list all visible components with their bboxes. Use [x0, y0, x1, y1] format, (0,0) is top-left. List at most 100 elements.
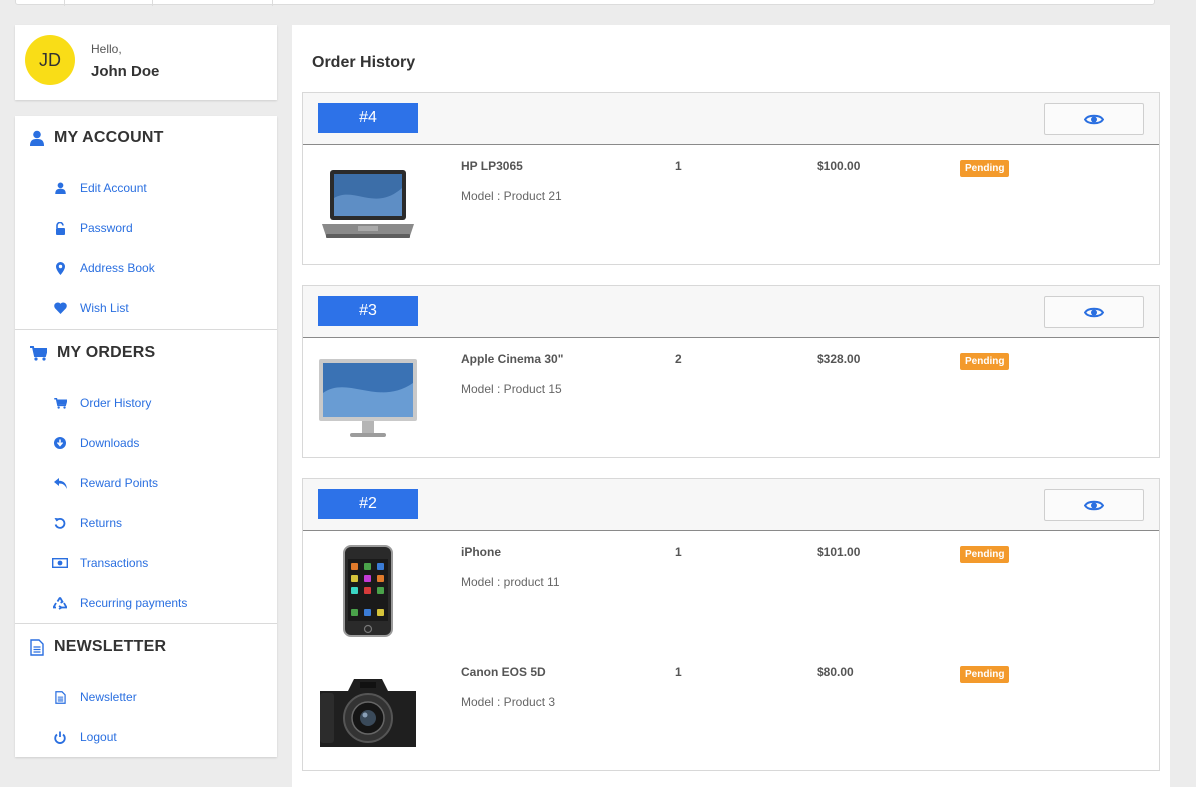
download-icon — [52, 435, 68, 451]
order-id-badge: #2 — [318, 489, 418, 519]
product-quantity: 1 — [675, 665, 682, 679]
sidebar-item-label: Password — [80, 221, 133, 235]
product-model: Model : Product 3 — [461, 695, 556, 709]
user-name: John Doe — [91, 63, 160, 80]
product-price: $80.00 — [817, 665, 854, 679]
breadcrumb-separator — [64, 0, 65, 6]
sidebar-item-label: Recurring payments — [80, 596, 188, 610]
sidebar-item-order-history[interactable]: Order History — [52, 395, 151, 411]
power-icon — [52, 729, 68, 745]
breadcrumb-separator — [152, 0, 153, 6]
sidebar-item-returns[interactable]: Returns — [52, 515, 122, 531]
orders-section: MY ORDERS Order History Downloads Reward… — [15, 329, 277, 623]
product-name[interactable]: iPhone — [461, 545, 501, 559]
product-quantity: 1 — [675, 545, 682, 559]
newsletter-section-title: NEWSLETTER — [54, 638, 167, 655]
breadcrumb — [15, 0, 1155, 6]
order-id-badge: #4 — [318, 103, 418, 133]
user-icon — [52, 180, 68, 196]
status-badge: Pending — [960, 546, 1010, 563]
sidebar-item-label: Reward Points — [80, 476, 159, 490]
status-badge: Pending — [960, 666, 1010, 683]
sidebar-item-label: Newsletter — [80, 690, 137, 704]
product-image-camera[interactable] — [318, 661, 418, 761]
account-sidebar: MY ACCOUNT Edit Account Password Address… — [15, 116, 277, 757]
order-card: #2 iPhone Model : product 11 1 $101.00 P… — [302, 478, 1160, 771]
orders-section-title: MY ORDERS — [57, 344, 156, 361]
eye-icon — [1084, 307, 1104, 317]
sidebar-item-logout[interactable]: Logout — [52, 729, 117, 745]
product-image-phone[interactable] — [318, 541, 418, 641]
newsletter-section-heading: NEWSLETTER — [30, 638, 166, 656]
sidebar-item-label: Edit Account — [80, 181, 147, 195]
product-name[interactable]: Canon EOS 5D — [461, 665, 546, 679]
order-history-panel: Order History #4 HP LP3065 Model : Produ… — [292, 25, 1170, 787]
order-header: #2 — [303, 479, 1159, 531]
sidebar-item-label: Order History — [80, 396, 152, 410]
newsletter-section: NEWSLETTER Newsletter Logout — [15, 623, 277, 757]
sidebar-item-label: Wish List — [80, 301, 129, 315]
undo-icon — [52, 515, 68, 531]
map-marker-icon — [52, 260, 68, 276]
sidebar-item-label: Address Book — [80, 261, 155, 275]
product-name[interactable]: Apple Cinema 30" — [461, 352, 563, 366]
view-order-button[interactable] — [1044, 103, 1144, 135]
sidebar-item-edit-account[interactable]: Edit Account — [52, 180, 147, 196]
sidebar-item-recurring-payments[interactable]: Recurring payments — [52, 595, 187, 611]
avatar: JD — [25, 35, 75, 85]
page-title: Order History — [312, 54, 416, 71]
document-icon — [30, 638, 44, 656]
eye-icon — [1084, 500, 1104, 510]
order-line-item: HP LP3065 Model : Product 21 1 $100.00 P… — [303, 145, 1159, 265]
account-section: MY ACCOUNT Edit Account Password Address… — [15, 116, 277, 329]
account-section-title: MY ACCOUNT — [54, 129, 164, 146]
view-order-button[interactable] — [1044, 489, 1144, 521]
sidebar-item-address-book[interactable]: Address Book — [52, 260, 155, 276]
account-section-heading: MY ACCOUNT — [30, 129, 164, 147]
cart-icon — [52, 395, 68, 411]
order-line-item: Apple Cinema 30" Model : Product 15 2 $3… — [303, 338, 1159, 458]
order-card: #4 HP LP3065 Model : Product 21 1 $100.0… — [302, 92, 1160, 265]
order-card: #3 Apple Cinema 30" Model : Product 15 2… — [302, 285, 1160, 458]
user-greeting-card: JD Hello, John Doe — [15, 25, 277, 100]
money-icon — [52, 555, 68, 571]
product-model: Model : Product 21 — [461, 189, 562, 203]
breadcrumb-separator — [272, 0, 273, 6]
sidebar-item-password[interactable]: Password — [52, 220, 133, 236]
unlock-icon — [52, 220, 68, 236]
sidebar-item-downloads[interactable]: Downloads — [52, 435, 139, 451]
sidebar-item-label: Logout — [80, 730, 117, 744]
sidebar-item-label: Returns — [80, 516, 123, 530]
greeting-text: Hello, — [91, 42, 122, 56]
order-header: #4 — [303, 93, 1159, 145]
product-image-monitor[interactable] — [318, 348, 418, 448]
order-line-item: Canon EOS 5D Model : Product 3 1 $80.00 … — [303, 651, 1159, 771]
product-quantity: 1 — [675, 159, 682, 173]
product-price: $101.00 — [817, 545, 861, 559]
recycle-icon — [52, 595, 68, 611]
user-icon — [30, 130, 44, 146]
product-price: $328.00 — [817, 352, 861, 366]
product-image-laptop[interactable] — [318, 155, 418, 255]
sidebar-item-newsletter[interactable]: Newsletter — [52, 689, 137, 705]
product-price: $100.00 — [817, 159, 861, 173]
sidebar-item-reward-points[interactable]: Reward Points — [52, 475, 158, 491]
orders-section-heading: MY ORDERS — [30, 344, 155, 362]
order-line-item: iPhone Model : product 11 1 $101.00 Pend… — [303, 531, 1159, 651]
cart-icon — [30, 345, 47, 361]
status-badge: Pending — [960, 353, 1010, 370]
product-model: Model : Product 15 — [461, 382, 562, 396]
sidebar-item-label: Downloads — [80, 436, 140, 450]
view-order-button[interactable] — [1044, 296, 1144, 328]
status-badge: Pending — [960, 160, 1010, 177]
order-id-badge: #3 — [318, 296, 418, 326]
reply-icon — [52, 475, 68, 491]
document-icon — [52, 689, 68, 705]
eye-icon — [1084, 114, 1104, 124]
heart-icon — [52, 300, 68, 316]
sidebar-item-transactions[interactable]: Transactions — [52, 555, 148, 571]
sidebar-item-wish-list[interactable]: Wish List — [52, 300, 129, 316]
product-quantity: 2 — [675, 352, 682, 366]
sidebar-item-label: Transactions — [80, 556, 149, 570]
product-name[interactable]: HP LP3065 — [461, 159, 523, 173]
